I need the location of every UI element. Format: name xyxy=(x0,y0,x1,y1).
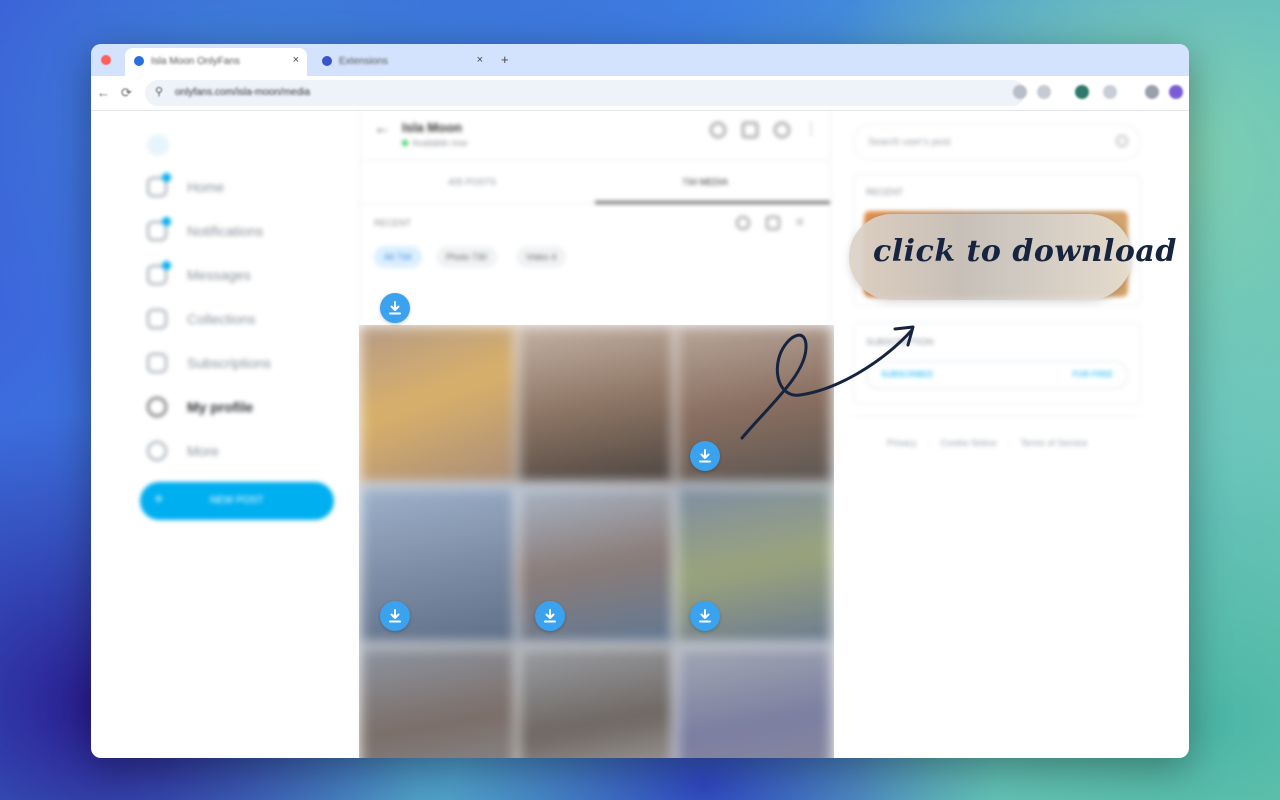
callout-arrow-icon xyxy=(740,325,915,440)
